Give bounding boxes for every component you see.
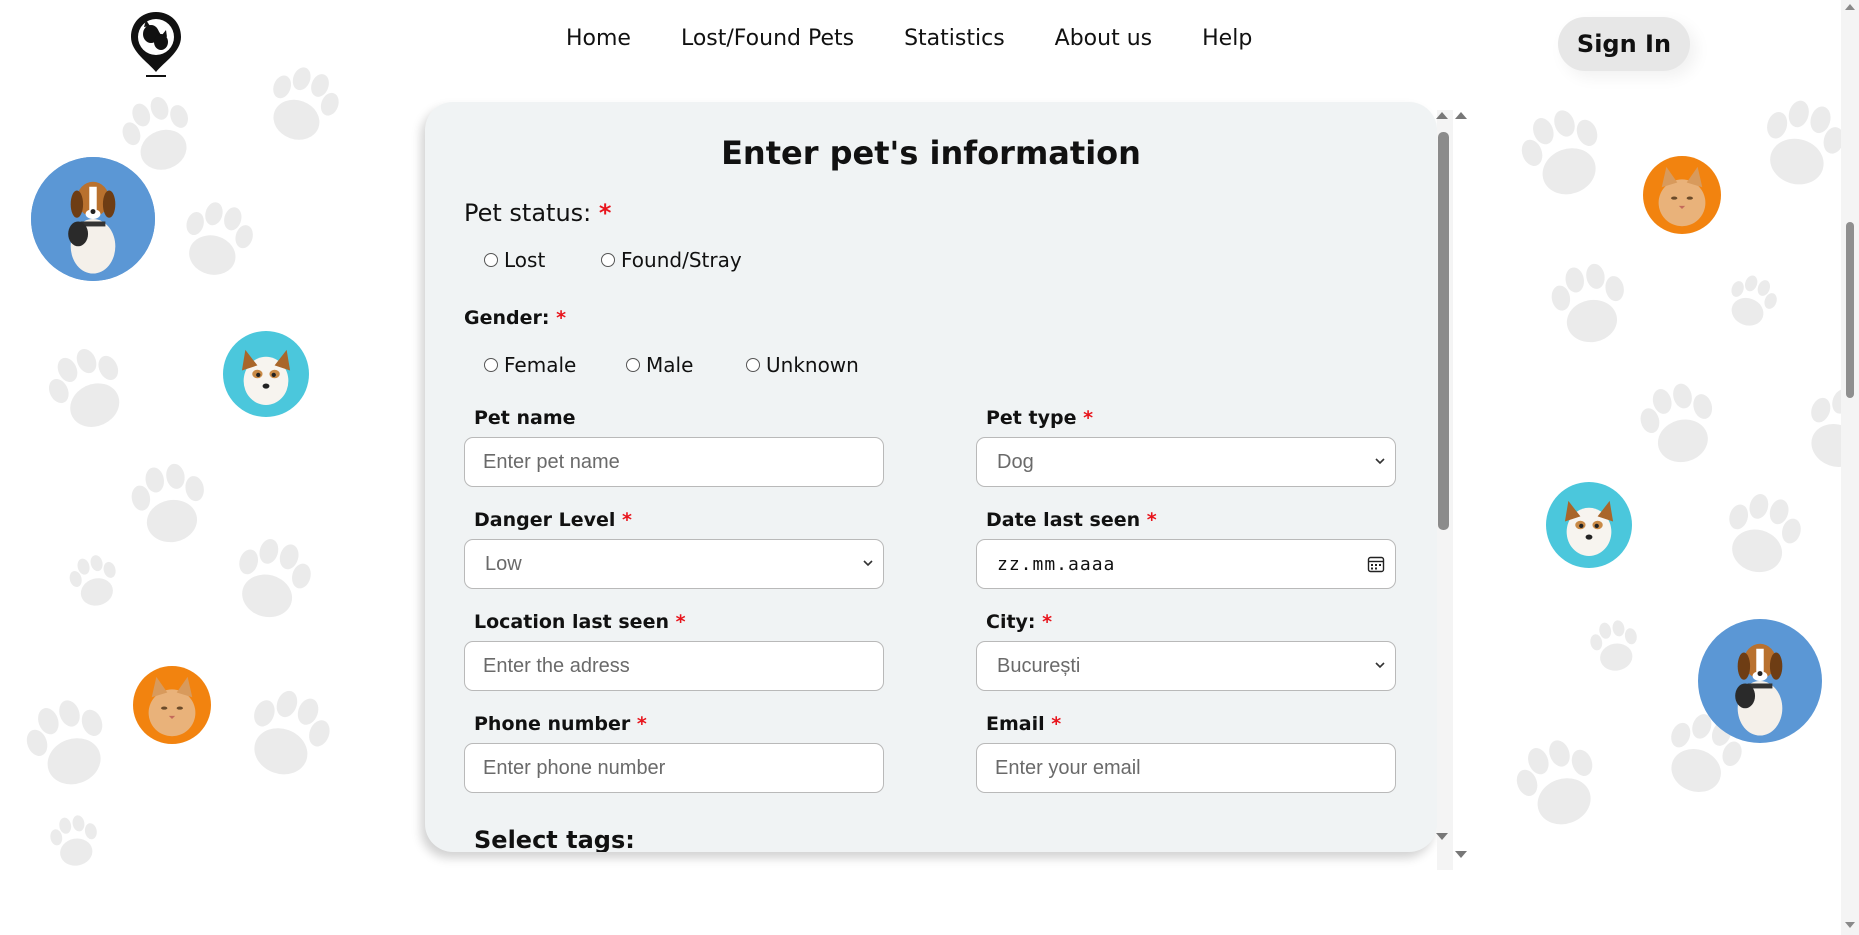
gender-unknown-option[interactable]: Unknown bbox=[746, 353, 859, 377]
location-input[interactable] bbox=[464, 641, 884, 691]
required-mark: * bbox=[598, 199, 612, 227]
page-scroll-down-arrow[interactable] bbox=[1845, 922, 1855, 928]
beagle-dog-icon bbox=[1698, 619, 1822, 743]
city-select[interactable]: București bbox=[976, 641, 1396, 691]
pet-name-label: Pet name bbox=[474, 407, 576, 429]
gender-male-option[interactable]: Male bbox=[626, 353, 693, 377]
required-mark: * bbox=[1042, 611, 1053, 633]
email-label: Email * bbox=[986, 713, 1061, 735]
gender-label: Gender: * bbox=[464, 307, 566, 329]
pet-status-label-text: Pet status: bbox=[464, 199, 592, 227]
nav-help[interactable]: Help bbox=[1202, 26, 1252, 51]
page-scroll-up-arrow[interactable] bbox=[1845, 4, 1855, 10]
email-label-text: Email bbox=[986, 713, 1045, 735]
chevron-down-icon bbox=[1375, 662, 1385, 669]
gender-unknown-label: Unknown bbox=[766, 353, 859, 377]
phone-label-text: Phone number bbox=[474, 713, 631, 735]
status-lost-label: Lost bbox=[504, 248, 546, 272]
required-mark: * bbox=[556, 307, 567, 329]
pet-type-value: Dog bbox=[997, 450, 1034, 473]
calendar-icon[interactable] bbox=[1367, 555, 1385, 573]
cat-icon bbox=[133, 666, 211, 744]
pet-type-label: Pet type * bbox=[986, 407, 1093, 429]
chevron-down-icon bbox=[863, 560, 873, 567]
required-mark: * bbox=[636, 713, 647, 735]
form-scroll-down-arrow[interactable] bbox=[1436, 833, 1448, 840]
gender-male-radio[interactable] bbox=[626, 358, 640, 372]
gender-female-label: Female bbox=[504, 353, 577, 377]
danger-level-label-text: Danger Level bbox=[474, 509, 616, 531]
status-found-label: Found/Stray bbox=[621, 248, 742, 272]
form-scrollbar-thumb[interactable] bbox=[1438, 132, 1449, 530]
gender-female-option[interactable]: Female bbox=[484, 353, 576, 377]
form-title: Enter pet's information bbox=[721, 134, 1141, 172]
city-label-text: City: bbox=[986, 611, 1036, 633]
terrier-dog-icon bbox=[1546, 482, 1632, 568]
nav-home[interactable]: Home bbox=[566, 26, 631, 51]
form-scroll-down-arrow-outer[interactable] bbox=[1455, 851, 1467, 858]
terrier-avatar-left bbox=[223, 331, 309, 417]
main-nav: Home Lost/Found Pets Statistics About us… bbox=[566, 26, 1252, 51]
pet-location-pin-icon bbox=[131, 12, 181, 77]
chevron-down-icon bbox=[1375, 458, 1385, 465]
nav-lost-found-pets[interactable]: Lost/Found Pets bbox=[681, 26, 854, 51]
danger-level-label: Danger Level * bbox=[474, 509, 632, 531]
sign-in-button[interactable]: Sign In bbox=[1558, 17, 1690, 71]
danger-level-value: Low bbox=[485, 552, 522, 575]
required-mark: * bbox=[622, 509, 632, 531]
cat-icon bbox=[1643, 156, 1721, 234]
danger-level-select[interactable]: Low bbox=[464, 539, 884, 589]
phone-input[interactable] bbox=[464, 743, 884, 793]
form-scroll-up-arrow-outer[interactable] bbox=[1455, 112, 1467, 119]
gender-label-text: Gender: bbox=[464, 307, 550, 329]
status-lost-radio[interactable] bbox=[484, 253, 498, 267]
pet-info-form: Enter pet's information Pet status: * Lo… bbox=[425, 102, 1437, 852]
date-last-seen-input[interactable]: zz.mm.aaaa bbox=[976, 539, 1396, 589]
required-mark: * bbox=[1146, 509, 1157, 531]
gender-female-radio[interactable] bbox=[484, 358, 498, 372]
city-value: București bbox=[997, 654, 1081, 677]
pet-type-select[interactable]: Dog bbox=[976, 437, 1396, 487]
required-mark: * bbox=[1051, 713, 1062, 735]
email-input[interactable] bbox=[976, 743, 1396, 793]
location-label-text: Location last seen bbox=[474, 611, 669, 633]
beagle-avatar-left bbox=[31, 157, 155, 281]
nav-about-us[interactable]: About us bbox=[1055, 26, 1152, 51]
location-label: Location last seen * bbox=[474, 611, 686, 633]
date-last-seen-label: Date last seen * bbox=[986, 509, 1157, 531]
beagle-dog-icon bbox=[31, 157, 155, 281]
cat-avatar-left bbox=[133, 666, 211, 744]
pet-status-label: Pet status: * bbox=[464, 199, 611, 227]
status-lost-option[interactable]: Lost bbox=[484, 248, 545, 272]
page-scrollbar[interactable] bbox=[1841, 0, 1859, 935]
cat-avatar-right bbox=[1643, 156, 1721, 234]
date-last-seen-value: zz.mm.aaaa bbox=[997, 553, 1116, 575]
gender-male-label: Male bbox=[646, 353, 694, 377]
beagle-avatar-right bbox=[1698, 619, 1822, 743]
pet-type-label-text: Pet type bbox=[986, 407, 1077, 429]
city-label: City: * bbox=[986, 611, 1052, 633]
date-last-seen-label-text: Date last seen bbox=[986, 509, 1141, 531]
gender-unknown-radio[interactable] bbox=[746, 358, 760, 372]
status-found-option[interactable]: Found/Stray bbox=[601, 248, 742, 272]
required-mark: * bbox=[1083, 407, 1094, 429]
pet-name-input[interactable] bbox=[464, 437, 884, 487]
nav-statistics[interactable]: Statistics bbox=[904, 26, 1005, 51]
form-scroll-up-arrow[interactable] bbox=[1436, 112, 1448, 119]
select-tags-label: Select tags: bbox=[474, 826, 635, 852]
site-logo[interactable] bbox=[128, 10, 184, 78]
required-mark: * bbox=[675, 611, 686, 633]
page-scrollbar-thumb[interactable] bbox=[1846, 222, 1854, 398]
phone-label: Phone number * bbox=[474, 713, 647, 735]
terrier-avatar-right bbox=[1546, 482, 1632, 568]
pet-name-label-text: Pet name bbox=[474, 407, 576, 429]
status-found-radio[interactable] bbox=[601, 253, 615, 267]
terrier-dog-icon bbox=[223, 331, 309, 417]
